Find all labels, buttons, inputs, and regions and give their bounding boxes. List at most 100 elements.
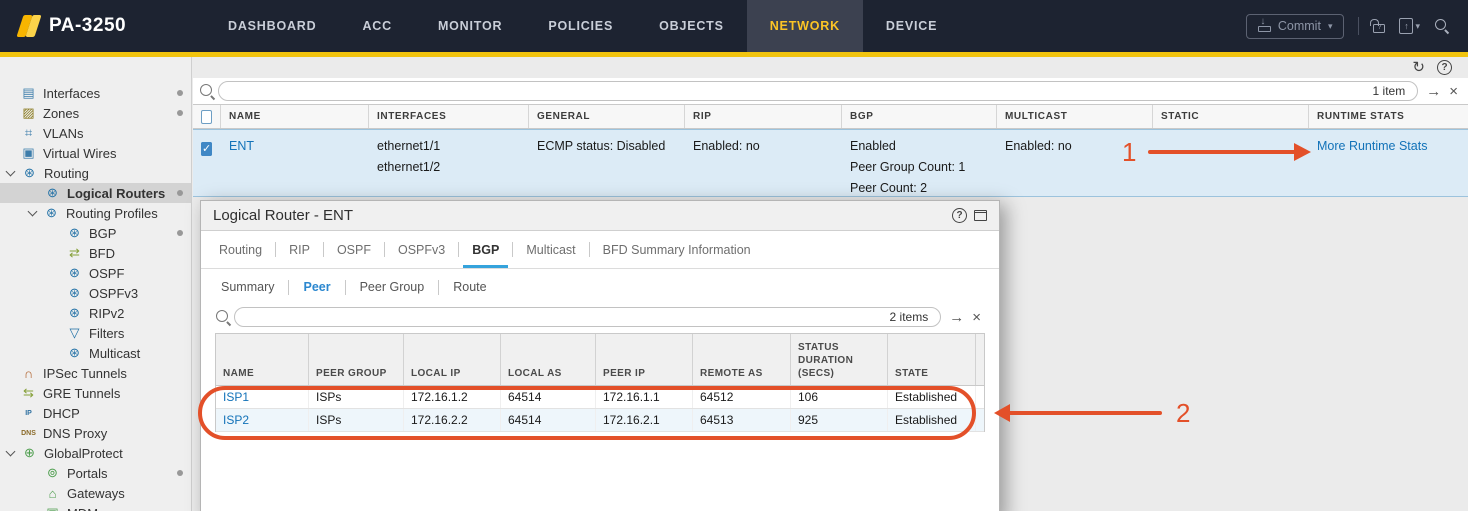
dialog-restore-icon[interactable]	[974, 210, 987, 221]
help-icon[interactable]: ?	[1437, 60, 1452, 75]
global-search-icon[interactable]	[1434, 18, 1450, 34]
apply-filter-icon[interactable]: →	[1426, 83, 1441, 100]
dialog-search-input[interactable]: 2 items	[234, 307, 941, 327]
sidebar-item-ospf[interactable]: ⊛ OSPF	[0, 263, 191, 283]
table-row[interactable]: ✓ ENT ethernet1/1 ethernet1/2 ECMP statu…	[193, 129, 1468, 197]
sidebar-item-interfaces[interactable]: ▤ Interfaces	[0, 83, 191, 103]
sidebar-item-bgp[interactable]: ⊛ BGP	[0, 223, 191, 243]
chevron-down-icon[interactable]	[6, 447, 16, 457]
column-header-remote-as[interactable]: REMOTE AS	[693, 334, 791, 385]
subtab-summary[interactable]: Summary	[221, 280, 288, 294]
sidebar-item-ipsec-tunnels[interactable]: ∩ IPSec Tunnels	[0, 363, 191, 383]
sidebar-item-label: DHCP	[43, 406, 80, 421]
commit-button[interactable]: Commit ▾	[1246, 14, 1345, 39]
nav-menu: DASHBOARD ACC MONITOR POLICIES OBJECTS N…	[205, 0, 960, 52]
chevron-down-icon[interactable]	[6, 167, 16, 177]
column-header-runtime-stats[interactable]: RUNTIME STATS	[1309, 105, 1468, 128]
sidebar-item-routing-profiles[interactable]: ⊛ Routing Profiles	[0, 203, 191, 223]
tab-ospfv3[interactable]: OSPFv3	[385, 231, 458, 268]
sidebar-item-ripv2[interactable]: ⊛ RIPv2	[0, 303, 191, 323]
sidebar-item-zones[interactable]: ▨ Zones	[0, 103, 191, 123]
sidebar-item-label: IPSec Tunnels	[43, 366, 127, 381]
sidebar-item-gateways[interactable]: ⌂ Gateways	[0, 483, 191, 503]
sidebar-item-label: BFD	[89, 246, 115, 261]
subtab-route[interactable]: Route	[439, 280, 500, 294]
column-header-general[interactable]: GENERAL	[529, 105, 685, 128]
nav-item-acc[interactable]: ACC	[339, 0, 414, 52]
tab-routing[interactable]: Routing	[217, 231, 275, 268]
routing-profiles-icon: ⊛	[43, 205, 60, 221]
column-header-state[interactable]: STATE	[888, 334, 976, 385]
column-header-name[interactable]: NAME	[216, 334, 309, 385]
sidebar-item-filters[interactable]: ▽ Filters	[0, 323, 191, 343]
clear-filter-icon[interactable]: ×	[1449, 83, 1458, 100]
sidebar-item-mdm[interactable]: ▣ MDM	[0, 503, 191, 511]
bgp-value: Peer Count: 2	[850, 178, 989, 199]
sidebar-item-ospfv3[interactable]: ⊛ OSPFv3	[0, 283, 191, 303]
sidebar-item-routing[interactable]: ⊛ Routing	[0, 163, 191, 183]
interface-value: ethernet1/1	[377, 136, 521, 157]
sidebar-item-virtual-wires[interactable]: ▣ Virtual Wires	[0, 143, 191, 163]
tab-ospf[interactable]: OSPF	[324, 231, 384, 268]
config-lock-icon[interactable]	[1373, 24, 1385, 33]
dialog-help-icon[interactable]: ?	[952, 208, 967, 223]
static-value	[1153, 130, 1309, 205]
tab-bgp[interactable]: BGP	[459, 231, 512, 268]
tab-rip[interactable]: RIP	[276, 231, 323, 268]
clear-filter-icon[interactable]: ×	[972, 309, 981, 326]
column-header-static[interactable]: STATIC	[1153, 105, 1309, 128]
chevron-down-icon: ▾	[1328, 21, 1333, 32]
logical-router-dialog: Logical Router - ENT ? Routing RIP OSPF …	[200, 200, 1000, 511]
sidebar-item-dhcp[interactable]: IP DHCP	[0, 403, 191, 423]
column-header-local-ip[interactable]: LOCAL IP	[404, 334, 501, 385]
column-header-rip[interactable]: RIP	[685, 105, 842, 128]
save-config-button[interactable]: ↑ ▾	[1399, 18, 1420, 34]
chevron-down-icon[interactable]	[28, 207, 38, 217]
column-header-multicast[interactable]: MULTICAST	[997, 105, 1153, 128]
overflow-dot-icon	[177, 90, 183, 96]
refresh-icon[interactable]: ↻	[1412, 60, 1425, 75]
commit-icon	[1258, 20, 1271, 32]
sidebar-item-bfd[interactable]: ⇄ BFD	[0, 243, 191, 263]
nav-item-objects[interactable]: OBJECTS	[636, 0, 747, 52]
annotation-oval	[198, 386, 976, 440]
column-header-peer-ip[interactable]: PEER IP	[596, 334, 693, 385]
sidebar-item-portals[interactable]: ⊚ Portals	[0, 463, 191, 483]
nav-item-device[interactable]: DEVICE	[863, 0, 960, 52]
sidebar-item-dns-proxy[interactable]: DNS DNS Proxy	[0, 423, 191, 443]
nav-item-network[interactable]: NETWORK	[747, 0, 863, 52]
dialog-title-bar[interactable]: Logical Router - ENT ?	[201, 201, 999, 231]
column-header-status-duration[interactable]: STATUS DURATION (SECS)	[791, 334, 888, 385]
sidebar-item-gre-tunnels[interactable]: ⇆ GRE Tunnels	[0, 383, 191, 403]
gutter-cell	[976, 409, 991, 431]
search-input[interactable]: 1 item	[218, 81, 1418, 101]
row-checkbox[interactable]: ✓	[201, 142, 212, 156]
tab-multicast[interactable]: Multicast	[513, 231, 588, 268]
select-all-checkbox[interactable]	[201, 110, 212, 124]
tab-bfd-summary[interactable]: BFD Summary Information	[590, 231, 764, 268]
column-header-peer-group[interactable]: PEER GROUP	[309, 334, 404, 385]
sidebar-item-multicast[interactable]: ⊛ Multicast	[0, 343, 191, 363]
more-runtime-stats-link[interactable]: More Runtime Stats	[1317, 139, 1427, 153]
column-header-bgp[interactable]: BGP	[842, 105, 997, 128]
sidebar-item-label: Gateways	[67, 486, 125, 501]
nav-item-monitor[interactable]: MONITOR	[415, 0, 525, 52]
sidebar-item-logical-routers[interactable]: ⊛ Logical Routers	[0, 183, 191, 203]
sidebar-item-vlans[interactable]: ⌗ VLANs	[0, 123, 191, 143]
interface-value: ethernet1/2	[377, 157, 521, 178]
subtab-peer-group[interactable]: Peer Group	[346, 280, 439, 294]
subtab-peer[interactable]: Peer	[289, 280, 344, 294]
column-header-local-as[interactable]: LOCAL AS	[501, 334, 596, 385]
overflow-dot-icon	[177, 470, 183, 476]
sidebar-item-globalprotect[interactable]: ⊕ GlobalProtect	[0, 443, 191, 463]
nav-item-policies[interactable]: POLICIES	[525, 0, 636, 52]
apply-filter-icon[interactable]: →	[949, 309, 964, 326]
portals-icon: ⊚	[44, 465, 61, 481]
column-header-name[interactable]: NAME	[221, 105, 369, 128]
column-header-interfaces[interactable]: INTERFACES	[369, 105, 529, 128]
multicast-icon: ⊛	[66, 345, 83, 361]
router-name-link[interactable]: ENT	[229, 139, 254, 153]
nav-item-dashboard[interactable]: DASHBOARD	[205, 0, 339, 52]
chevron-down-icon: ▾	[1415, 21, 1420, 32]
sidebar-item-label: Routing	[44, 166, 89, 181]
